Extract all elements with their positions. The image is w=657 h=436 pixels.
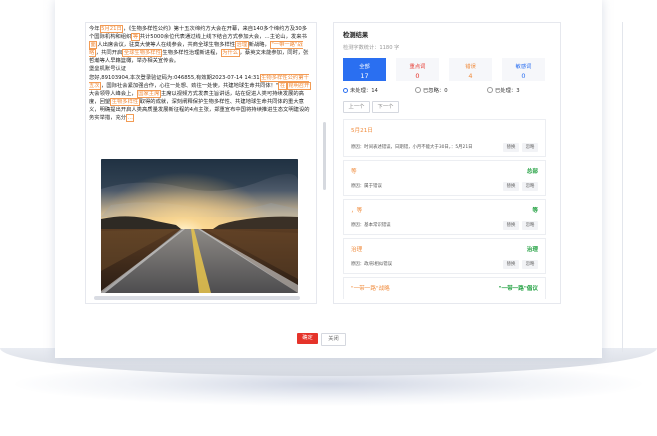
result-reason: 原因：政/形相似错误	[351, 262, 392, 267]
text-run: 您好,89103904,本次登录验证码为:046855,有效期2023-07-1…	[89, 74, 260, 81]
paragraph-1: 今年 5月21日 ，《生物多样性公约》第十五次缔约方大会在开幕，来自140多个缔约方…	[89, 25, 311, 65]
flagged-text[interactable]: 全球生物多样性	[122, 49, 163, 58]
flagged-text[interactable]: 国家主席	[136, 89, 161, 98]
text-run: ，国际社会紧加强合作，心往一处想、劲往一处使，共建地球生命共同体！"	[101, 82, 279, 89]
tab-label: 敏感词	[515, 64, 532, 70]
close-button[interactable]: 关闭	[321, 333, 346, 346]
text-run: 大会领导人峰会上，	[89, 90, 137, 97]
result-keyword: 等	[532, 208, 538, 214]
replace-button[interactable]: 替换	[503, 182, 519, 191]
tab-count: 0	[415, 72, 420, 80]
filter-processed[interactable]: 已处理：3	[487, 86, 520, 94]
result-card[interactable]: 等 总部 原因：属于错误 替换 忽略	[343, 160, 546, 196]
ignore-button[interactable]: 忽略	[522, 260, 538, 269]
flagged-text[interactable]: 在	[278, 81, 287, 90]
paragraph-3: 您好,89103904,本次登录验证码为:046855,有效期2023-07-1…	[89, 73, 311, 123]
result-title: 治理	[351, 247, 363, 253]
radio-icon[interactable]	[343, 88, 348, 93]
text-run: 今年	[89, 26, 100, 32]
radio-icon[interactable]	[487, 87, 493, 93]
replace-button[interactable]: 替换	[503, 260, 519, 269]
text-run: 新战略，	[248, 42, 270, 49]
filter-ignored[interactable]: 已忽略：0	[415, 86, 448, 94]
filter-unprocessed[interactable]: 未处理：14	[343, 86, 378, 94]
text-run: ，共同开启	[95, 50, 123, 57]
ignore-button[interactable]: 忽略	[522, 182, 538, 191]
tab-count: 0	[521, 72, 526, 80]
flagged-text[interactable]: 治理	[235, 41, 249, 50]
result-title: ，等	[351, 208, 363, 214]
flagged-text[interactable]: …	[126, 114, 135, 123]
radio-icon[interactable]	[415, 87, 421, 93]
result-reason: 原因：基本常识错误	[351, 223, 391, 228]
document-editor[interactable]: 今年 5月21日 ，《生物多样性公约》第十五次缔约方大会在开幕，来自140多个缔约方…	[85, 22, 317, 304]
result-keyword: 总部	[526, 169, 538, 175]
tab-label: 重点词	[409, 64, 426, 70]
result-title: 等	[351, 169, 357, 175]
ignore-button[interactable]: 忽略	[522, 143, 538, 152]
flagged-text[interactable]: 昆明召开	[286, 81, 311, 90]
road-photo	[101, 159, 298, 293]
flagged-text[interactable]: 等	[131, 33, 140, 42]
prev-button[interactable]: 上一个	[343, 101, 370, 113]
text-run: 共计5000余位代表通过线上线下结合方式参加大会，…主论山，发来书	[139, 34, 307, 41]
result-keyword: 治理	[526, 247, 538, 253]
ignore-button[interactable]: 忽略	[522, 221, 538, 230]
result-card[interactable]: "一带一路"战略 "一带一路"倡议	[343, 277, 546, 299]
tab-count: 4	[468, 72, 473, 80]
next-button[interactable]: 下一个	[372, 101, 399, 113]
tab-sensitive-words[interactable]: 敏感词 0	[502, 58, 545, 81]
ok-button[interactable]: 确定	[297, 333, 318, 344]
result-title: 5月21日	[351, 128, 373, 134]
result-list: 5月21日 原因：时间表述错误，日期错，小月不能大于30日，：5月21日 替换 …	[343, 119, 553, 299]
text-run: 生物多样性治理新进程，	[162, 50, 221, 57]
tab-key-words[interactable]: 重点词 0	[396, 58, 439, 81]
result-reason: 原因：时间表述错误，日期错，小月不能大于30日，：5月21日	[351, 145, 473, 150]
flagged-text[interactable]: 5月21日	[99, 25, 124, 33]
editor-scrollbar[interactable]	[94, 296, 300, 300]
laptop-screen: 今年 5月21日 ，《生物多样性公约》第十五次缔约方大会在开幕，来自140多个缔约方…	[55, 0, 623, 358]
panel-title: 检测结果	[343, 32, 369, 39]
result-card[interactable]: ，等 等 原因：基本常识错误 替换 忽略	[343, 199, 546, 235]
editor-text[interactable]: 今年 5月21日 ，《生物多样性公约》第十五次缔约方大会在开幕，来自140多个缔约方…	[89, 25, 311, 123]
filter-label: 已忽略：0	[423, 88, 448, 94]
replace-button[interactable]: 替换	[503, 143, 519, 152]
tab-label: 错误	[465, 64, 476, 70]
detection-panel: 检测结果 检测字数统计：1180 字 全部 17 重点词 0 错误 4 敏感词 …	[333, 22, 561, 304]
flagged-text[interactable]: 生物多样性	[110, 97, 140, 106]
filter-label: 未处理：14	[350, 88, 378, 94]
tab-all[interactable]: 全部 17	[343, 58, 386, 81]
result-card[interactable]: 5月21日 原因：时间表述错误，日期错，小月不能大于30日，：5月21日 替换 …	[343, 119, 546, 157]
replace-button[interactable]: 替换	[503, 221, 519, 230]
word-count: 检测字数统计：1180 字	[343, 45, 400, 51]
flagged-text[interactable]: 为什么	[220, 49, 240, 58]
result-card[interactable]: 治理 治理 原因：政/形相似错误 替换 忽略	[343, 238, 546, 274]
result-reason: 原因：属于错误	[351, 184, 382, 189]
result-title: "一带一路"战略	[351, 286, 390, 292]
certification-line: 堡垒机账号认证	[89, 66, 127, 73]
divider	[622, 22, 623, 352]
tab-label: 全部	[359, 64, 370, 70]
filter-label: 已处理：3	[495, 88, 520, 94]
tab-count: 17	[360, 72, 369, 80]
tab-errors[interactable]: 错误 4	[449, 58, 492, 81]
result-keyword: "一带一路"倡议	[498, 286, 538, 292]
result-list-scrollbar[interactable]	[323, 122, 326, 190]
text-run: 人出席会议，驻莫大使等人在线参会，共商全球生物多样性	[97, 42, 236, 49]
